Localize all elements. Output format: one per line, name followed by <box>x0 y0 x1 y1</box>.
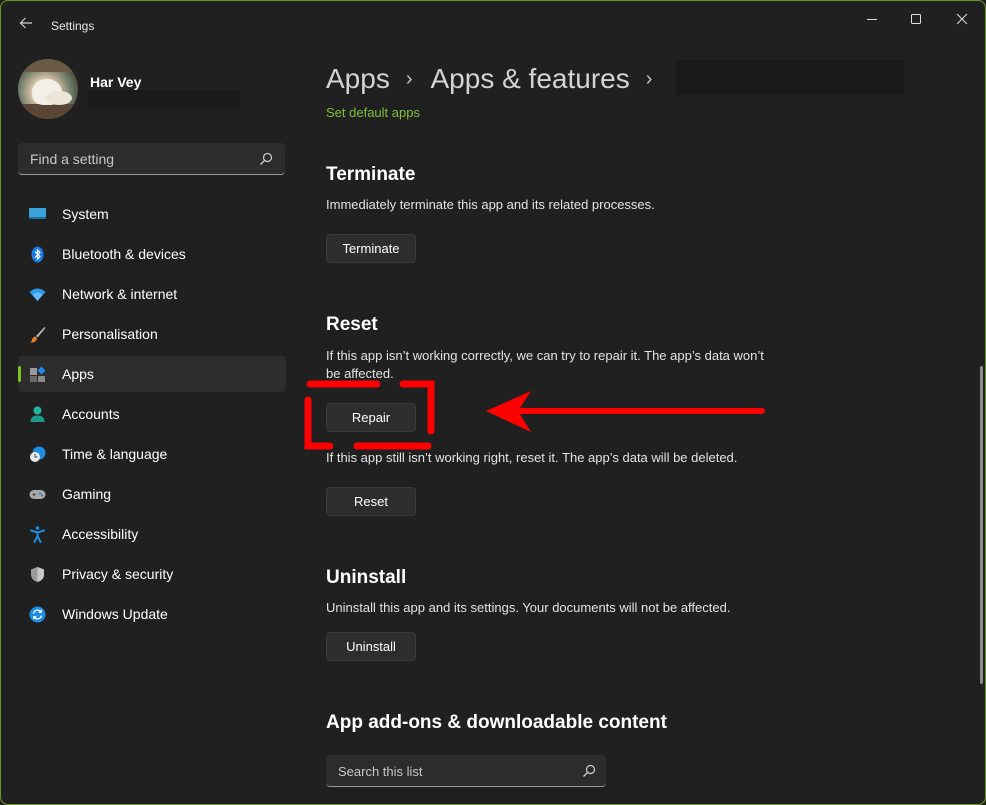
sidebar-item-bluetooth[interactable]: Bluetooth & devices <box>18 236 286 272</box>
sidebar-item-personalisation[interactable]: Personalisation <box>18 316 286 352</box>
sidebar-item-system[interactable]: System <box>18 196 286 232</box>
sidebar-item-label: System <box>62 206 109 222</box>
breadcrumb-current-redacted <box>676 60 904 95</box>
sidebar-item-time-language[interactable]: Time & language <box>18 436 286 472</box>
reset-heading: Reset <box>326 314 378 335</box>
sidebar-item-label: Time & language <box>62 446 168 462</box>
set-default-apps-link[interactable]: Set default apps <box>326 105 420 120</box>
system-icon <box>29 208 46 219</box>
selected-indicator <box>18 366 21 382</box>
terminate-description: Immediately terminate this app and its r… <box>326 197 655 212</box>
sidebar-nav: System Bluetooth & devices Network & int… <box>18 196 286 636</box>
paintbrush-icon <box>30 327 46 343</box>
user-name: Har Vey <box>90 74 142 90</box>
repair-description: If this app isn’t working correctly, we … <box>326 348 764 381</box>
wifi-icon <box>29 288 46 301</box>
sidebar-item-apps[interactable]: Apps <box>18 356 286 392</box>
terminate-button[interactable]: Terminate <box>326 234 416 263</box>
back-button[interactable] <box>15 15 37 37</box>
sidebar-item-network[interactable]: Network & internet <box>18 276 286 312</box>
sidebar-item-label: Bluetooth & devices <box>62 246 186 262</box>
maximize-button[interactable] <box>894 7 938 31</box>
minimize-button[interactable] <box>850 7 894 31</box>
terminate-heading: Terminate <box>326 164 416 185</box>
sidebar-item-privacy-security[interactable]: Privacy & security <box>18 556 286 592</box>
sidebar-item-label: Windows Update <box>62 606 168 622</box>
sidebar-item-label: Accounts <box>62 406 120 422</box>
scrollbar-thumb[interactable] <box>980 366 983 684</box>
breadcrumb-apps-features[interactable]: Apps & features <box>431 63 630 95</box>
apps-icon <box>30 366 46 382</box>
breadcrumb-apps[interactable]: Apps <box>326 63 390 95</box>
close-button[interactable] <box>940 7 984 31</box>
email-redacted <box>88 90 240 111</box>
sidebar-item-windows-update[interactable]: Windows Update <box>18 596 286 632</box>
chevron-right-icon: › <box>645 67 653 90</box>
uninstall-button[interactable]: Uninstall <box>326 632 416 661</box>
settings-window: Settings Har Vey System Bluetooth & devi… <box>0 0 986 805</box>
close-icon <box>956 13 968 25</box>
uninstall-heading: Uninstall <box>326 567 407 588</box>
maximize-icon <box>911 14 921 24</box>
reset-button[interactable]: Reset <box>326 487 416 516</box>
bluetooth-icon <box>31 246 44 263</box>
gamepad-icon <box>29 490 46 499</box>
sidebar-item-label: Accessibility <box>62 526 139 542</box>
sidebar-item-accessibility[interactable]: Accessibility <box>18 516 286 552</box>
search-list-input[interactable] <box>336 755 570 787</box>
accessibility-icon <box>30 526 45 543</box>
minimize-icon <box>867 19 877 20</box>
breadcrumb: Apps › Apps & features › <box>326 59 670 99</box>
repair-button[interactable]: Repair <box>326 403 416 432</box>
search-this-list[interactable] <box>326 755 606 787</box>
sidebar-item-gaming[interactable]: Gaming <box>18 476 286 512</box>
avatar[interactable] <box>18 59 78 119</box>
shield-icon <box>31 567 44 582</box>
app-title: Settings <box>51 19 95 33</box>
search-icon[interactable] <box>259 152 273 166</box>
sidebar-item-label: Network & internet <box>62 286 178 302</box>
search-icon[interactable] <box>582 764 596 778</box>
title-bar: Settings <box>1 1 985 49</box>
uninstall-description: Uninstall this app and its settings. You… <box>326 600 731 615</box>
windows-update-icon <box>29 606 46 623</box>
find-setting-input[interactable] <box>28 143 252 175</box>
reset-description: If this app still isn’t working right, r… <box>326 450 738 465</box>
back-arrow-icon <box>19 17 32 29</box>
sidebar-item-accounts[interactable]: Accounts <box>18 396 286 432</box>
sidebar-item-label: Gaming <box>62 486 112 502</box>
find-setting-search[interactable] <box>18 143 285 175</box>
time-language-icon <box>30 446 46 462</box>
addons-heading: App add-ons & downloadable content <box>326 712 667 733</box>
sidebar-item-label: Apps <box>62 366 94 382</box>
chevron-right-icon: › <box>405 67 413 90</box>
sidebar-item-label: Personalisation <box>62 326 158 342</box>
accounts-icon <box>30 406 45 422</box>
sidebar-item-label: Privacy & security <box>62 566 174 582</box>
